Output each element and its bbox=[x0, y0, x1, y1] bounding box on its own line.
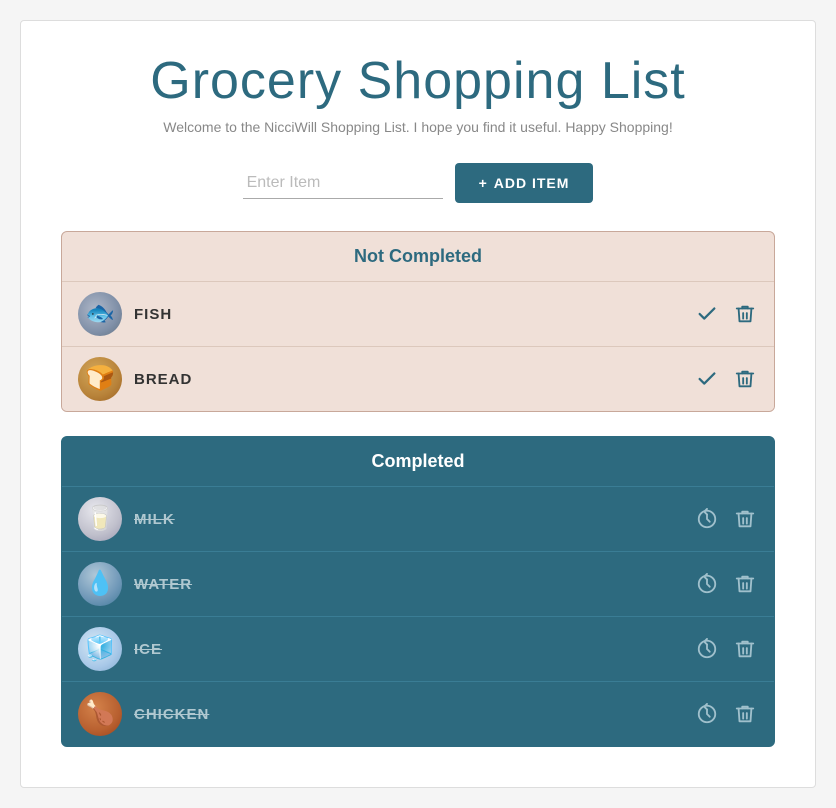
item-actions bbox=[694, 701, 758, 727]
food-icon: 🧊 bbox=[85, 637, 115, 661]
not-completed-header: Not Completed bbox=[62, 232, 774, 281]
avatar: 🍗 bbox=[78, 692, 122, 736]
restore-button[interactable] bbox=[694, 636, 720, 662]
trash-icon bbox=[734, 508, 756, 530]
trash-icon bbox=[734, 573, 756, 595]
history-icon bbox=[696, 703, 718, 725]
add-button-label: ADD ITEM bbox=[494, 175, 570, 191]
check-icon bbox=[696, 303, 718, 325]
avatar: 🥛 bbox=[78, 497, 122, 541]
restore-button[interactable] bbox=[694, 506, 720, 532]
avatar: 🍞 bbox=[78, 357, 122, 401]
item-name: ICE bbox=[134, 641, 682, 658]
app-container: Grocery Shopping List Welcome to the Nic… bbox=[20, 20, 816, 788]
delete-button[interactable] bbox=[732, 301, 758, 327]
item-actions bbox=[694, 506, 758, 532]
delete-button[interactable] bbox=[732, 571, 758, 597]
list-item: 🥛 MILK bbox=[62, 486, 774, 551]
history-icon bbox=[696, 638, 718, 660]
item-actions bbox=[694, 636, 758, 662]
avatar: 🐟 bbox=[78, 292, 122, 336]
trash-icon bbox=[734, 368, 756, 390]
app-title: Grocery Shopping List bbox=[61, 51, 775, 111]
delete-button[interactable] bbox=[732, 701, 758, 727]
add-item-button[interactable]: + ADD ITEM bbox=[455, 163, 594, 203]
item-actions bbox=[694, 366, 758, 392]
delete-button[interactable] bbox=[732, 506, 758, 532]
food-icon: 💧 bbox=[85, 572, 115, 596]
list-item: 🐟 FISH bbox=[62, 281, 774, 346]
restore-button[interactable] bbox=[694, 701, 720, 727]
list-item: 💧 WATER bbox=[62, 551, 774, 616]
list-item: 🧊 ICE bbox=[62, 616, 774, 681]
delete-button[interactable] bbox=[732, 636, 758, 662]
history-icon bbox=[696, 573, 718, 595]
list-item: 🍗 CHICKEN bbox=[62, 681, 774, 746]
completed-section: Completed 🥛 MILK bbox=[61, 436, 775, 747]
delete-button[interactable] bbox=[732, 366, 758, 392]
item-actions bbox=[694, 571, 758, 597]
trash-icon bbox=[734, 303, 756, 325]
not-completed-section: Not Completed 🐟 FISH bbox=[61, 231, 775, 412]
avatar: 🧊 bbox=[78, 627, 122, 671]
app-subtitle: Welcome to the NicciWill Shopping List. … bbox=[61, 119, 775, 135]
trash-icon bbox=[734, 703, 756, 725]
item-input[interactable] bbox=[243, 168, 443, 199]
item-name: CHICKEN bbox=[134, 706, 682, 723]
food-icon: 🥛 bbox=[85, 507, 115, 531]
list-item: 🍞 BREAD bbox=[62, 346, 774, 411]
plus-icon: + bbox=[479, 175, 488, 191]
restore-button[interactable] bbox=[694, 571, 720, 597]
item-name: MILK bbox=[134, 511, 682, 528]
food-icon: 🐟 bbox=[85, 302, 115, 326]
complete-button[interactable] bbox=[694, 301, 720, 327]
history-icon bbox=[696, 508, 718, 530]
completed-header: Completed bbox=[62, 437, 774, 486]
food-icon: 🍞 bbox=[85, 367, 115, 391]
item-name: FISH bbox=[134, 306, 682, 323]
food-icon: 🍗 bbox=[85, 702, 115, 726]
check-icon bbox=[696, 368, 718, 390]
item-actions bbox=[694, 301, 758, 327]
complete-button[interactable] bbox=[694, 366, 720, 392]
trash-icon bbox=[734, 638, 756, 660]
input-row: + ADD ITEM bbox=[61, 163, 775, 203]
item-name: BREAD bbox=[134, 371, 682, 388]
avatar: 💧 bbox=[78, 562, 122, 606]
item-name: WATER bbox=[134, 576, 682, 593]
